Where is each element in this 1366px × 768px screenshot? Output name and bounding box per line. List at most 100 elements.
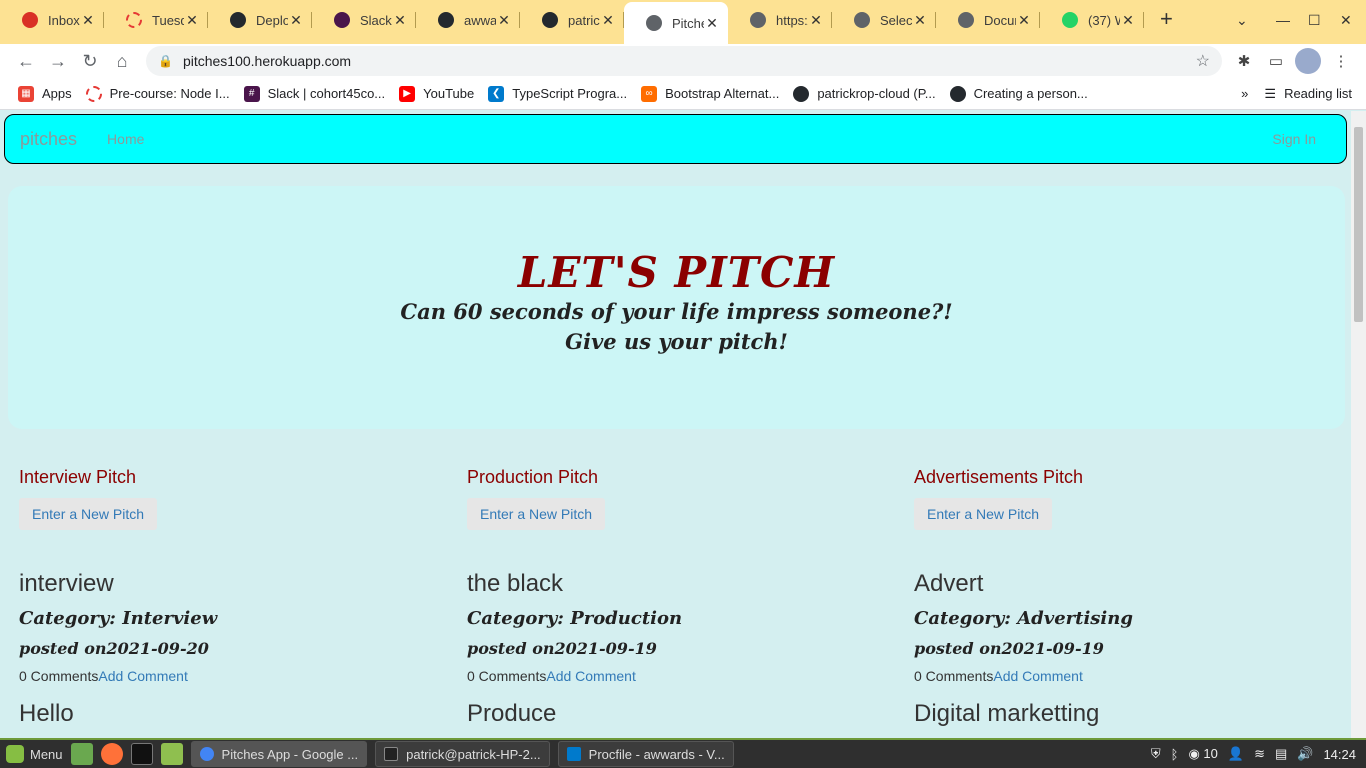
cast-icon[interactable]: ▭ — [1263, 48, 1289, 74]
close-icon[interactable]: ✕ — [392, 12, 408, 29]
bookmark-item[interactable]: ❮ TypeScript Progra... — [488, 85, 627, 102]
web-page: pitches Home Sign In LET'S PITCH Can 60 … — [0, 111, 1366, 738]
site-brand[interactable]: pitches — [20, 129, 77, 150]
shield-icon[interactable]: ⛨ — [1151, 746, 1161, 762]
github-icon — [793, 85, 810, 102]
whatsapp-icon — [1062, 12, 1078, 28]
volume-level: 10 — [1203, 746, 1218, 761]
github-icon — [438, 12, 454, 28]
github-icon — [230, 12, 246, 28]
url-text[interactable]: pitches100.herokuapp.com — [183, 53, 351, 69]
browser-tab[interactable]: Inbox -✕ — [0, 2, 104, 38]
taskbar-window-vscode[interactable]: Procfile - awwards - V... — [557, 741, 734, 767]
address-bar[interactable]: 🔒 pitches100.herokuapp.com ☆ — [146, 46, 1222, 76]
browser-tab[interactable]: Select✕ — [832, 2, 936, 38]
start-menu-button[interactable]: Menu — [6, 745, 63, 763]
browser-tab[interactable]: patrick✕ — [520, 2, 624, 38]
bookmark-label: Creating a person... — [973, 86, 1088, 101]
bookmark-item[interactable]: Pre-course: Node I... — [85, 85, 230, 102]
new-tab-button[interactable]: + — [1160, 6, 1180, 32]
sign-in-link[interactable]: Sign In — [1272, 131, 1316, 147]
wifi-icon[interactable]: ≋ — [1254, 746, 1265, 762]
close-icon[interactable]: ✕ — [808, 12, 824, 29]
browser-tab[interactable]: awwar✕ — [416, 2, 520, 38]
add-comment-link[interactable]: Add Comment — [98, 668, 187, 684]
page-scrollbar[interactable] — [1351, 111, 1366, 738]
taskbar-window-chrome[interactable]: Pitches App - Google ... — [190, 741, 368, 767]
close-icon[interactable]: ✕ — [496, 12, 512, 29]
close-icon[interactable]: ✕ — [184, 12, 200, 29]
advertisements-column: Advertisements Pitch Enter a New Pitch A… — [914, 467, 1344, 728]
lock-icon: 🔒 — [158, 54, 173, 68]
maximize-button[interactable]: ☐ — [1308, 12, 1321, 29]
close-icon[interactable]: ✕ — [80, 12, 96, 29]
more-bookmarks-button[interactable]: » — [1241, 86, 1248, 101]
close-icon[interactable]: ✕ — [1120, 12, 1136, 29]
moringa-icon — [85, 85, 102, 102]
gmail-icon — [22, 12, 38, 28]
tab-title: Slack | — [360, 12, 392, 28]
close-icon[interactable]: ✕ — [288, 12, 304, 29]
back-button[interactable]: ← — [10, 45, 42, 77]
bookmark-item[interactable]: ∞ Bootstrap Alternat... — [641, 85, 779, 102]
pitch-date: posted on2021-09-20 — [19, 639, 209, 658]
tab-title: Inbox - — [48, 12, 80, 28]
add-comment-link[interactable]: Add Comment — [546, 668, 635, 684]
taskbar-window-terminal[interactable]: patrick@patrick-HP-2... — [375, 741, 550, 767]
new-pitch-button[interactable]: Enter a New Pitch — [914, 498, 1053, 530]
bookmark-apps[interactable]: ▦ Apps — [18, 85, 72, 102]
close-window-button[interactable]: ✕ — [1340, 12, 1352, 29]
user-icon[interactable]: 👤 — [1228, 746, 1244, 762]
browser-tab[interactable]: Docum✕ — [936, 2, 1040, 38]
browser-tab[interactable]: Slack |✕ — [312, 2, 416, 38]
pitch-comments: 0 CommentsAdd Comment — [19, 668, 449, 684]
folder-icon[interactable] — [160, 743, 183, 765]
bookmark-item[interactable]: patrickrop-cloud (P... — [793, 85, 936, 102]
add-comment-link[interactable]: Add Comment — [993, 668, 1082, 684]
vscode-icon — [566, 747, 581, 761]
bookmark-item[interactable]: ▶ YouTube — [399, 85, 474, 102]
close-icon[interactable]: ✕ — [912, 12, 928, 29]
home-button[interactable]: ⌂ — [106, 45, 138, 77]
close-icon[interactable]: ✕ — [600, 12, 616, 29]
close-icon[interactable]: ✕ — [704, 15, 720, 32]
forward-button[interactable]: → — [42, 45, 74, 77]
terminal-icon[interactable] — [130, 743, 153, 765]
tab-search-icon[interactable]: ⌄ — [1236, 12, 1248, 29]
bookmark-item[interactable]: # Slack | cohort45co... — [243, 85, 385, 102]
firefox-icon[interactable] — [100, 743, 123, 765]
bluetooth-icon[interactable]: ᛒ — [1171, 747, 1179, 762]
clock[interactable]: 14:24 — [1323, 747, 1356, 762]
browser-tab[interactable]: Deploy✕ — [208, 2, 312, 38]
scrollbar-thumb[interactable] — [1354, 127, 1363, 322]
more-menu-icon[interactable]: ⋮ — [1328, 48, 1354, 74]
new-pitch-button[interactable]: Enter a New Pitch — [19, 498, 158, 530]
bookmark-label: Pre-course: Node I... — [109, 86, 230, 101]
nav-home-link[interactable]: Home — [107, 131, 144, 147]
browser-tab[interactable]: https://✕ — [728, 2, 832, 38]
apps-grid-icon: ▦ — [18, 85, 34, 102]
minimize-button[interactable]: — — [1276, 12, 1290, 28]
pitch-title: interview — [19, 570, 114, 597]
system-tray: ⛨ ᛒ ◉ 10 👤 ≋ ▤ 🔊 14:24 — [1151, 746, 1356, 762]
globe-icon — [854, 12, 870, 28]
extensions-icon[interactable]: ✱ — [1231, 48, 1257, 74]
speaker-icon[interactable]: 🔊 — [1297, 746, 1313, 762]
tab-title: awwar — [464, 12, 496, 28]
reload-button[interactable]: ↻ — [74, 45, 106, 77]
pitch-comments: 0 CommentsAdd Comment — [914, 668, 1344, 684]
reading-list-button[interactable]: Reading list — [1284, 86, 1352, 101]
browser-tab[interactable]: Tuesda✕ — [104, 2, 208, 38]
close-icon[interactable]: ✕ — [1016, 12, 1032, 29]
slack-icon — [334, 12, 350, 28]
bookmark-star-icon[interactable]: ☆ — [1196, 51, 1210, 71]
bookmark-item[interactable]: Creating a person... — [949, 85, 1088, 102]
browser-tab[interactable]: (37) W✕ — [1040, 2, 1144, 38]
profile-avatar[interactable] — [1295, 48, 1321, 74]
volume-indicator[interactable]: ◉ 10 — [1188, 746, 1217, 762]
browser-tab-active[interactable]: Pitches✕ — [624, 2, 728, 44]
show-desktop-icon[interactable] — [70, 743, 93, 765]
clipboard-icon[interactable]: ▤ — [1275, 746, 1287, 762]
tab-title: (37) W — [1088, 12, 1120, 28]
new-pitch-button[interactable]: Enter a New Pitch — [467, 498, 606, 530]
